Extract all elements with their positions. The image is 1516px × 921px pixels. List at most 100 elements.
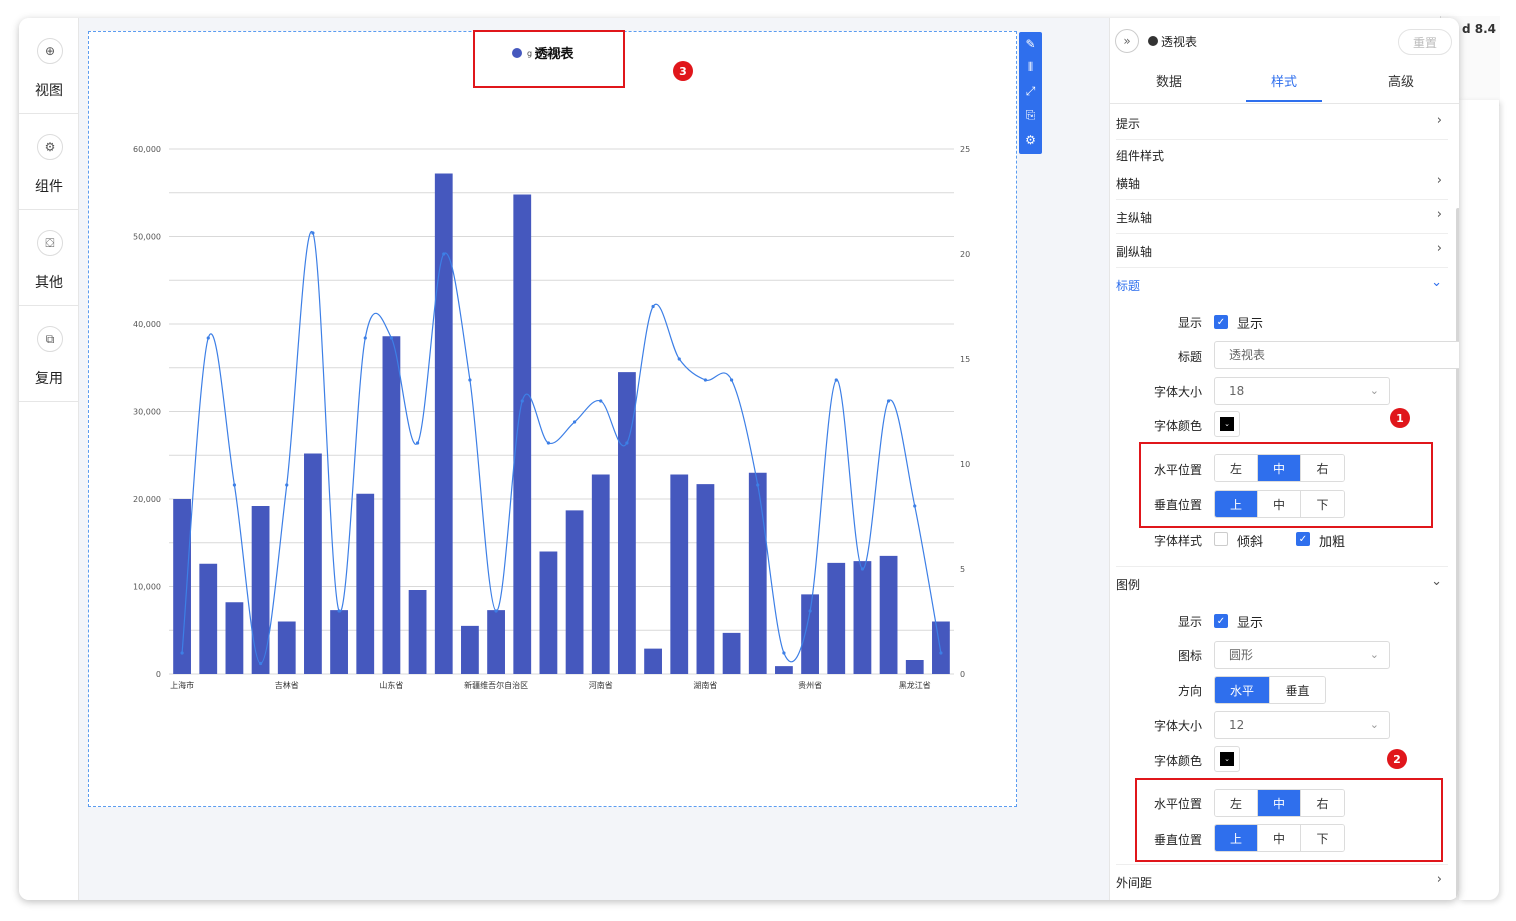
line-point[interactable] xyxy=(442,252,446,256)
line-point[interactable] xyxy=(677,357,681,361)
line-point[interactable] xyxy=(703,378,708,382)
export-icon[interactable]: ⎘ xyxy=(1022,107,1039,124)
sidebar-item-view[interactable]: ⊕ 视图 xyxy=(19,18,79,114)
bar[interactable] xyxy=(565,510,584,674)
bar[interactable] xyxy=(356,493,375,674)
bar[interactable] xyxy=(591,474,610,675)
direction-vertical[interactable]: 垂直 xyxy=(1270,677,1325,703)
bold-checkbox[interactable]: ✓ xyxy=(1296,532,1310,546)
line-point[interactable] xyxy=(860,567,865,571)
bar[interactable] xyxy=(513,194,532,675)
line-point[interactable] xyxy=(729,378,734,382)
y2-tick-label: 15 xyxy=(960,355,970,364)
bar[interactable] xyxy=(382,336,401,674)
line-point[interactable] xyxy=(808,609,812,613)
bar[interactable] xyxy=(539,551,558,675)
line-point[interactable] xyxy=(206,336,210,340)
section-margin[interactable]: 外间距 › xyxy=(1116,864,1448,898)
edit-icon[interactable]: ✎ xyxy=(1022,35,1039,52)
bar[interactable] xyxy=(487,610,505,674)
bar[interactable] xyxy=(199,563,218,674)
line-point[interactable] xyxy=(337,609,341,613)
line-point[interactable] xyxy=(546,441,551,445)
line-point[interactable] xyxy=(625,441,629,445)
italic-text: 倾斜 xyxy=(1237,535,1264,550)
title-font-color-label: 字体颜色 xyxy=(1153,419,1202,433)
bar[interactable] xyxy=(801,594,819,674)
line-point[interactable] xyxy=(389,336,394,340)
line-point[interactable] xyxy=(520,399,524,403)
bar[interactable] xyxy=(748,472,767,674)
bar[interactable] xyxy=(277,621,296,675)
section-title[interactable]: 标题 ⌄ xyxy=(1116,268,1448,302)
line-point[interactable] xyxy=(913,504,917,508)
chevron-down-icon: ⌄ xyxy=(1220,752,1234,766)
chart-widget[interactable]: 0 10,000 20,000 30,000 40,000 50,000 60,000 0 5 1… xyxy=(88,31,1017,807)
bar[interactable] xyxy=(644,648,662,674)
expand-icon[interactable]: ⤢ xyxy=(1022,83,1039,100)
tab-data[interactable]: 数据 xyxy=(1114,68,1224,104)
line-point[interactable] xyxy=(782,651,786,655)
bar[interactable] xyxy=(434,173,453,675)
bar[interactable] xyxy=(932,621,950,675)
panel-scrollbar[interactable] xyxy=(1456,208,1459,900)
title-font-color-swatch[interactable]: ⌄ xyxy=(1214,411,1240,437)
legend-show-checkbox[interactable]: ✓ xyxy=(1214,614,1228,628)
section-legend[interactable]: 图例 ⌄ xyxy=(1116,566,1448,600)
line-point[interactable] xyxy=(939,651,943,655)
title-text-input[interactable]: 透视表 xyxy=(1214,341,1459,369)
bar[interactable] xyxy=(722,632,741,674)
x-tick-label: 黑龙江省 xyxy=(899,680,931,690)
line-point[interactable] xyxy=(285,483,289,487)
line-point[interactable] xyxy=(232,483,237,487)
line-point[interactable] xyxy=(494,609,498,613)
chevron-right-icon: › xyxy=(1436,207,1442,222)
line-point[interactable] xyxy=(834,378,838,382)
bar[interactable] xyxy=(461,625,479,674)
line-point[interactable] xyxy=(311,231,315,235)
title-font-size-select[interactable]: 18 ⌄ xyxy=(1214,377,1390,405)
reset-button[interactable]: 重置 xyxy=(1398,29,1452,55)
line-point[interactable] xyxy=(651,304,655,309)
section-x-axis[interactable]: 横轴 › xyxy=(1116,166,1448,200)
filter-bars-icon[interactable]: ⫴ xyxy=(1022,59,1039,76)
bar[interactable] xyxy=(827,562,846,674)
legend-font-size-select[interactable]: 12 ⌄ xyxy=(1214,711,1390,739)
bar[interactable] xyxy=(775,666,793,674)
sidebar-item-component[interactable]: ⚙ 组件 xyxy=(19,114,79,210)
bar[interactable] xyxy=(696,484,715,674)
bar[interactable] xyxy=(408,590,427,674)
line-point[interactable] xyxy=(572,420,577,424)
italic-checkbox[interactable] xyxy=(1214,532,1228,546)
line-point[interactable] xyxy=(756,483,760,487)
line-point[interactable] xyxy=(599,399,603,403)
bar[interactable] xyxy=(225,602,244,674)
line-point[interactable] xyxy=(258,661,263,666)
line-point[interactable] xyxy=(886,399,891,403)
bar[interactable] xyxy=(879,555,898,674)
tab-style[interactable]: 样式 xyxy=(1229,68,1339,104)
bar[interactable] xyxy=(304,453,322,675)
line-point[interactable] xyxy=(415,441,420,445)
collapse-icon[interactable]: » xyxy=(1115,29,1139,53)
line-point[interactable] xyxy=(180,651,184,655)
direction-horizontal[interactable]: 水平 xyxy=(1215,677,1270,703)
legend-icon-select[interactable]: 圆形 ⌄ xyxy=(1214,641,1390,669)
bar[interactable] xyxy=(905,660,924,674)
canvas-area: 0 10,000 20,000 30,000 40,000 50,000 60,000 0 5 1… xyxy=(79,18,1109,900)
settings-icon[interactable]: ⚙ xyxy=(1022,131,1039,148)
bar[interactable] xyxy=(330,610,348,674)
section-y2-axis[interactable]: 副纵轴 › xyxy=(1116,234,1448,268)
bar[interactable] xyxy=(853,561,872,674)
section-tips[interactable]: 提示 › xyxy=(1116,106,1448,140)
title-show-checkbox[interactable]: ✓ xyxy=(1214,315,1228,329)
line-point[interactable] xyxy=(363,336,367,340)
sidebar-item-other[interactable]: ⛋ 其他 xyxy=(19,210,79,306)
tab-advanced[interactable]: 高级 xyxy=(1346,68,1456,104)
section-y-axis[interactable]: 主纵轴 › xyxy=(1116,200,1448,234)
legend-icon-label: 图标 xyxy=(1177,649,1202,663)
line-point[interactable] xyxy=(468,378,472,382)
legend-font-color-swatch[interactable]: ⌄ xyxy=(1214,746,1240,772)
bar[interactable] xyxy=(670,474,689,675)
sidebar-item-reuse[interactable]: ⧉ 复用 xyxy=(19,306,79,402)
